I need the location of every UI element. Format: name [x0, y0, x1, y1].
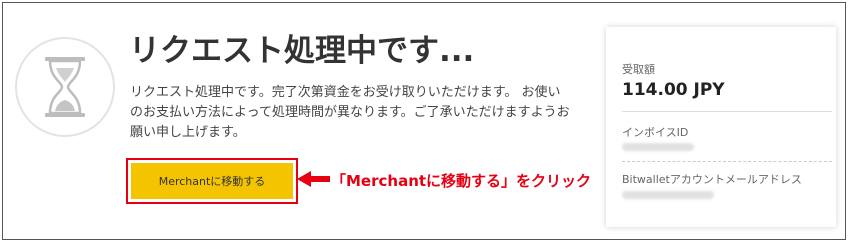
bitwallet-email-label: Bitwalletアカウントメールアドレス — [622, 173, 802, 186]
hourglass-icon — [45, 57, 85, 117]
invoice-id-label: インボイスID — [622, 126, 689, 139]
hourglass-icon-circle — [15, 37, 115, 137]
go-to-merchant-button[interactable]: Merchantに移動する — [131, 163, 293, 199]
page-title: リクエスト処理中です... — [129, 33, 475, 69]
arrow-left-icon — [297, 171, 330, 187]
click-instruction-annotation: 「Merchantに移動する」をクリック — [331, 172, 592, 190]
card-divider — [622, 111, 832, 112]
summary-card: 受取額 114.00 JPY インボイスID Bitwalletアカウントメール… — [606, 27, 836, 227]
page-frame: リクエスト処理中です... リクエスト処理中です。完了次第資金をお受け取りいただ… — [2, 2, 846, 240]
processing-description: リクエスト処理中です。完了次第資金をお受け取りいただけます。 お使いのお支払い方… — [130, 85, 570, 140]
card-divider-dashed — [622, 161, 832, 162]
received-amount-value: 114.00 JPY — [622, 80, 725, 100]
received-amount-label: 受取額 — [622, 63, 655, 76]
bitwallet-email-value-redacted — [622, 191, 714, 199]
invoice-id-value-redacted — [622, 143, 694, 151]
